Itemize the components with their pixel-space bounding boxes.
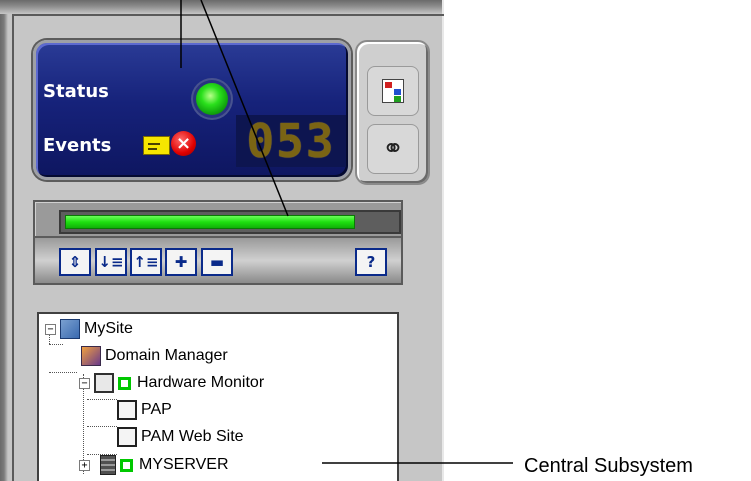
add-node-icon: ✚ [174, 253, 188, 271]
help-icon: ? [366, 253, 376, 271]
expand-all-icon: ↓≡ [98, 253, 124, 271]
tree-view-icon [382, 79, 404, 103]
events-label: Events [43, 135, 112, 156]
tree-item-mysite[interactable]: − MySite [45, 318, 133, 340]
tree-item-pam-web-site[interactable]: PAM Web Site [117, 426, 244, 448]
stack-button[interactable]: ▬ [201, 248, 233, 276]
tree-item-domain-manager[interactable]: Domain Manager [81, 345, 228, 367]
console-panel: Status Events × 053 ⚭ ⇕ ↓≡ ↑≡ ✚ ▬ ? − My… [0, 0, 444, 481]
tree-item-label: MYSERVER [139, 456, 229, 473]
server-icon [100, 455, 116, 475]
status-ok-icon [120, 458, 133, 472]
tree-item-label: Hardware Monitor [137, 374, 265, 391]
collapse-all-button[interactable]: ↑≡ [130, 248, 162, 276]
status-ok-icon [118, 376, 131, 390]
tree-item-myserver[interactable]: + MYSERVER [79, 454, 229, 476]
web-site-icon [117, 427, 137, 447]
pap-icon [117, 400, 137, 420]
event-counter-value: 053 [246, 114, 336, 168]
refresh-icon: ⇕ [68, 253, 82, 271]
tool-strip: ⇕ ↓≡ ↑≡ ✚ ▬ ? [35, 236, 401, 283]
tree-item-hardware-monitor[interactable]: − Hardware Monitor [79, 372, 264, 394]
tree-item-label: PAM Web Site [141, 428, 244, 445]
progress-bar-fill [65, 215, 355, 229]
side-tools: ⚭ [355, 40, 430, 185]
tree-view-button[interactable] [367, 66, 419, 116]
central-subsystem-label: Central Subsystem [524, 455, 693, 477]
collapse-all-icon: ↑≡ [133, 253, 159, 271]
tree-item-label: Domain Manager [105, 347, 228, 364]
status-led-icon[interactable] [196, 83, 228, 115]
status-panel: Status Events × 053 [33, 40, 351, 180]
tree-pane: − MySite Domain Manager − Hardware Monit… [37, 312, 399, 481]
progress-bar [59, 210, 401, 234]
site-icon [60, 319, 80, 339]
domain-manager-icon [81, 346, 101, 366]
refresh-button[interactable]: ⇕ [59, 248, 91, 276]
tree-item-label: PAP [141, 401, 172, 418]
find-button[interactable]: ⚭ [367, 124, 419, 174]
collapse-toggle[interactable]: − [45, 323, 56, 335]
x-circle-icon[interactable]: × [171, 131, 196, 156]
hardware-monitor-icon [94, 373, 114, 393]
stack-icon: ▬ [209, 253, 225, 271]
add-node-button[interactable]: ✚ [165, 248, 197, 276]
help-button[interactable]: ? [355, 248, 387, 276]
expand-all-button[interactable]: ↓≡ [95, 248, 127, 276]
status-label: Status [43, 81, 109, 102]
tree-item-label: MySite [84, 320, 133, 337]
expand-toggle[interactable]: + [79, 459, 90, 471]
binoculars-icon: ⚭ [382, 134, 404, 164]
event-counter: 053 [236, 115, 346, 167]
envelope-icon[interactable] [143, 136, 170, 155]
toolbar-panel: ⇕ ↓≡ ↑≡ ✚ ▬ ? [33, 200, 403, 285]
tree-item-pap[interactable]: PAP [117, 399, 172, 421]
collapse-toggle[interactable]: − [79, 377, 90, 389]
